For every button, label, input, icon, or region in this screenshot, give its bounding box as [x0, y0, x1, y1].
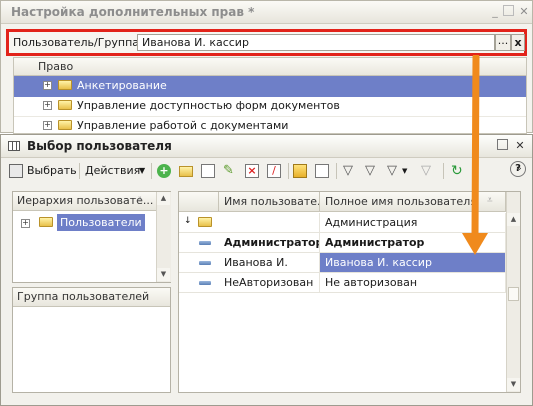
close-button[interactable]: ✕: [513, 139, 527, 153]
scroll-down-icon[interactable]: ▼: [157, 268, 170, 281]
scroll-up-icon[interactable]: ▲: [507, 213, 520, 226]
actions-menu-button[interactable]: Действия: [85, 162, 140, 180]
chevron-down-icon[interactable]: ▼: [402, 162, 407, 180]
add-icon[interactable]: +: [157, 164, 171, 178]
expand-plus-icon[interactable]: +: [43, 101, 52, 110]
mark-delete-icon[interactable]: /: [267, 164, 281, 178]
folder-icon: [39, 217, 53, 227]
select-user-title: Выбор пользователя: [27, 139, 172, 153]
folder-icon: [198, 217, 212, 227]
hierarchy-header[interactable]: Иерархия пользовате... ⩡: [13, 192, 156, 211]
select-icon: [9, 164, 23, 178]
maximize-button[interactable]: [497, 139, 508, 150]
user-full-name-cell: Не авторизован: [320, 273, 506, 292]
level-up-arrow-icon: ↓: [184, 216, 192, 226]
copy-icon[interactable]: [201, 164, 215, 178]
pointer-arrow: [462, 55, 488, 255]
toolbar-separator: [336, 163, 337, 179]
hierarchy-panel: Иерархия пользовате... ⩡ + Пользователи …: [12, 191, 171, 283]
user-group-panel: Группа пользователей: [12, 287, 171, 393]
user-icon: [199, 281, 211, 285]
add-folder-icon[interactable]: [179, 166, 193, 177]
scroll-up-icon[interactable]: ▲: [157, 192, 170, 205]
rights-row-label: Управление доступностью форм документов: [77, 99, 340, 112]
user-name-cell: Иванова И.: [219, 253, 320, 272]
expand-plus-icon[interactable]: +: [21, 219, 30, 228]
user-icon: [199, 241, 211, 245]
expand-plus-icon[interactable]: +: [43, 121, 52, 130]
icon-column-header[interactable]: [179, 192, 219, 212]
user-group-input[interactable]: Иванова И. кассир: [137, 34, 495, 51]
column-header-name[interactable]: Имя пользовате...: [219, 192, 320, 212]
pointer-arrow-shaft: [471, 55, 480, 239]
user-name-cell: [219, 213, 320, 232]
user-name-cell: НеАвторизован: [219, 273, 320, 292]
hierarchy-root-item[interactable]: Пользователи: [57, 214, 145, 231]
filter-list-icon[interactable]: ▽: [387, 164, 401, 178]
maximize-button[interactable]: [503, 5, 514, 16]
close-button[interactable]: ✕: [517, 5, 531, 19]
group-header-label: Группа пользователей: [17, 290, 150, 303]
scrollbar-thumb[interactable]: [508, 287, 519, 301]
user-group-label: Пользователь/Группа:: [13, 36, 143, 49]
toolbar-separator: [151, 163, 152, 179]
expand-plus-icon[interactable]: +: [43, 81, 52, 90]
table-row[interactable]: НеАвторизован Не авторизован: [179, 273, 506, 293]
clear-user-button[interactable]: x: [511, 34, 525, 51]
filter-value-icon[interactable]: ▽: [365, 164, 379, 178]
pointer-arrow-head: [462, 233, 488, 255]
folder-icon: [58, 100, 72, 110]
rights-row-label: Управление работой с документами: [77, 119, 289, 132]
filter-icon[interactable]: ▽: [343, 164, 357, 178]
minimize-button[interactable]: _: [488, 5, 502, 19]
toolbar-separator: [79, 163, 80, 179]
users-scrollbar[interactable]: ▲ ▼: [506, 192, 520, 392]
toolbar-separator: [288, 163, 289, 179]
select-user-button[interactable]: ...: [495, 34, 511, 51]
toolbar-separator: [443, 163, 444, 179]
help-icon[interactable]: ?: [510, 161, 526, 177]
rights-header-label: Право: [38, 60, 74, 73]
hierarchy-header-label: Иерархия пользовате...: [17, 194, 154, 207]
rights-window-title: Настройка дополнительных прав *: [11, 5, 255, 19]
rights-row-label: Анкетирование: [77, 79, 167, 92]
hierarchy-scrollbar[interactable]: ▲ ▼: [156, 192, 171, 282]
select-button[interactable]: Выбрать: [27, 162, 77, 180]
sort-icon[interactable]: ⩡: [137, 194, 143, 205]
folder-icon: [58, 120, 72, 130]
user-name-cell: Администратор: [219, 233, 320, 252]
scroll-down-icon[interactable]: ▼: [507, 378, 520, 391]
user-icon: [199, 261, 211, 265]
group-header[interactable]: Группа пользователей: [13, 288, 170, 307]
hierarchy-toggle-icon[interactable]: [293, 164, 307, 178]
clear-filter-icon[interactable]: ▽: [421, 164, 435, 178]
user-group-field-highlight: Пользователь/Группа: Иванова И. кассир .…: [6, 29, 527, 56]
edit-pencil-icon[interactable]: ✎: [223, 164, 237, 178]
folder-icon: [58, 80, 72, 90]
delete-icon[interactable]: ×: [245, 164, 259, 178]
rights-window-titlebar: Настройка дополнительных прав * _ ✕: [1, 1, 532, 24]
chevron-down-icon[interactable]: ▼: [139, 162, 145, 180]
window-icon: [8, 141, 20, 151]
level-up-icon[interactable]: [315, 164, 329, 178]
